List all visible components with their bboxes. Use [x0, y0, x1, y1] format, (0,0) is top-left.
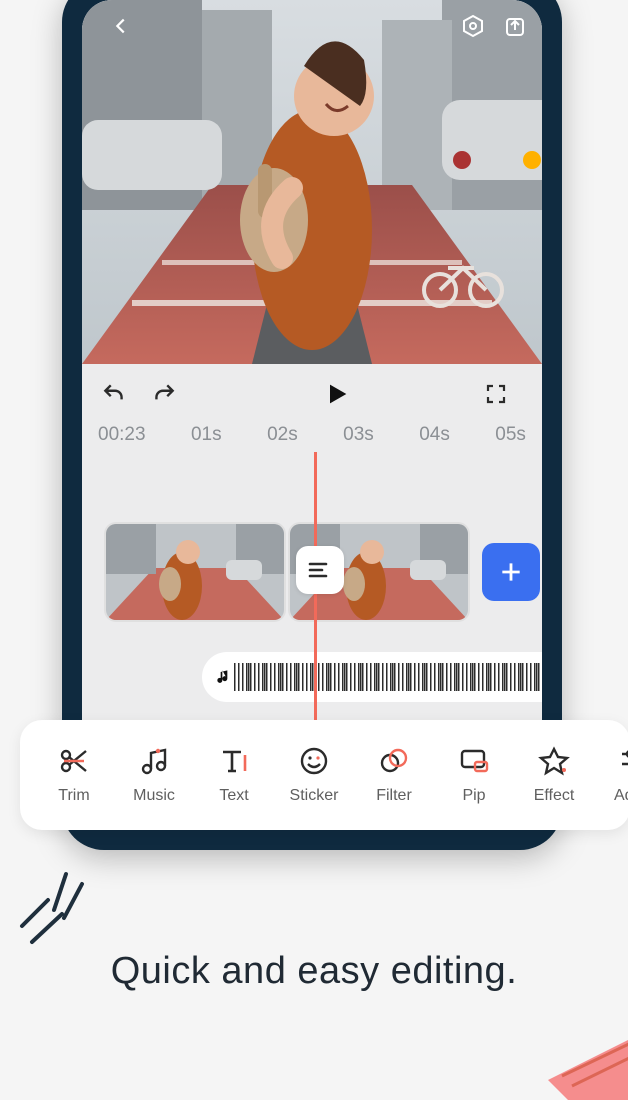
- redo-icon[interactable]: [148, 378, 180, 410]
- tool-label: Filter: [376, 787, 412, 805]
- back-icon[interactable]: [106, 11, 136, 41]
- time-ruler: 00:23 01s 02s 03s 04s 05s: [82, 416, 542, 446]
- undo-icon[interactable]: [98, 378, 130, 410]
- scissors-icon: [58, 745, 90, 777]
- video-preview[interactable]: [82, 0, 542, 364]
- add-clip-button[interactable]: [482, 543, 540, 601]
- preview-illustration: [82, 0, 542, 364]
- ruler-mark: 03s: [343, 424, 374, 446]
- sliders-icon: [618, 745, 628, 777]
- waveform: [234, 663, 542, 691]
- current-time: 00:23: [98, 424, 146, 446]
- tool-effect[interactable]: Effect: [514, 745, 594, 805]
- tool-label: Pip: [462, 787, 485, 805]
- clip-thumbnail[interactable]: [106, 524, 284, 620]
- text-icon: [218, 745, 250, 777]
- tool-sticker[interactable]: Sticker: [274, 745, 354, 805]
- settings-hex-icon[interactable]: [458, 11, 488, 41]
- music-icon: [138, 745, 170, 777]
- tool-label: Adjus: [614, 787, 628, 805]
- tool-music[interactable]: Music: [114, 745, 194, 805]
- playback-controls: [82, 364, 542, 416]
- tool-filter[interactable]: Filter: [354, 745, 434, 805]
- tool-label: Effect: [534, 787, 575, 805]
- pip-icon: [458, 745, 490, 777]
- star-icon: [538, 745, 570, 777]
- ruler-mark: 01s: [191, 424, 222, 446]
- export-icon[interactable]: [500, 11, 530, 41]
- ruler-mark: 05s: [495, 424, 526, 446]
- ruler-mark: 02s: [267, 424, 298, 446]
- music-note-icon: [214, 667, 234, 687]
- tool-label: Trim: [58, 787, 89, 805]
- edit-toolbar: Trim Music Text Sticker Filter Pip Eff: [20, 720, 628, 830]
- decorative-lines: [8, 870, 98, 960]
- tool-label: Text: [219, 787, 248, 805]
- audio-track[interactable]: [202, 652, 542, 702]
- tool-label: Sticker: [290, 787, 339, 805]
- filter-icon: [378, 745, 410, 777]
- ruler-mark: 04s: [419, 424, 450, 446]
- tool-pip[interactable]: Pip: [434, 745, 514, 805]
- fullscreen-icon[interactable]: [484, 378, 508, 410]
- tool-text[interactable]: Text: [194, 745, 274, 805]
- playhead[interactable]: [314, 452, 317, 766]
- app-screen: 00:23 01s 02s 03s 04s 05s: [82, 0, 542, 830]
- tool-label: Music: [133, 787, 175, 805]
- tool-trim[interactable]: Trim: [34, 745, 114, 805]
- decorative-shape: [548, 980, 628, 1100]
- play-icon[interactable]: [321, 378, 353, 410]
- transition-button[interactable]: [296, 546, 344, 594]
- tagline: Quick and easy editing.: [0, 950, 628, 993]
- sticker-icon: [298, 745, 330, 777]
- tool-adjust[interactable]: Adjus: [594, 745, 628, 805]
